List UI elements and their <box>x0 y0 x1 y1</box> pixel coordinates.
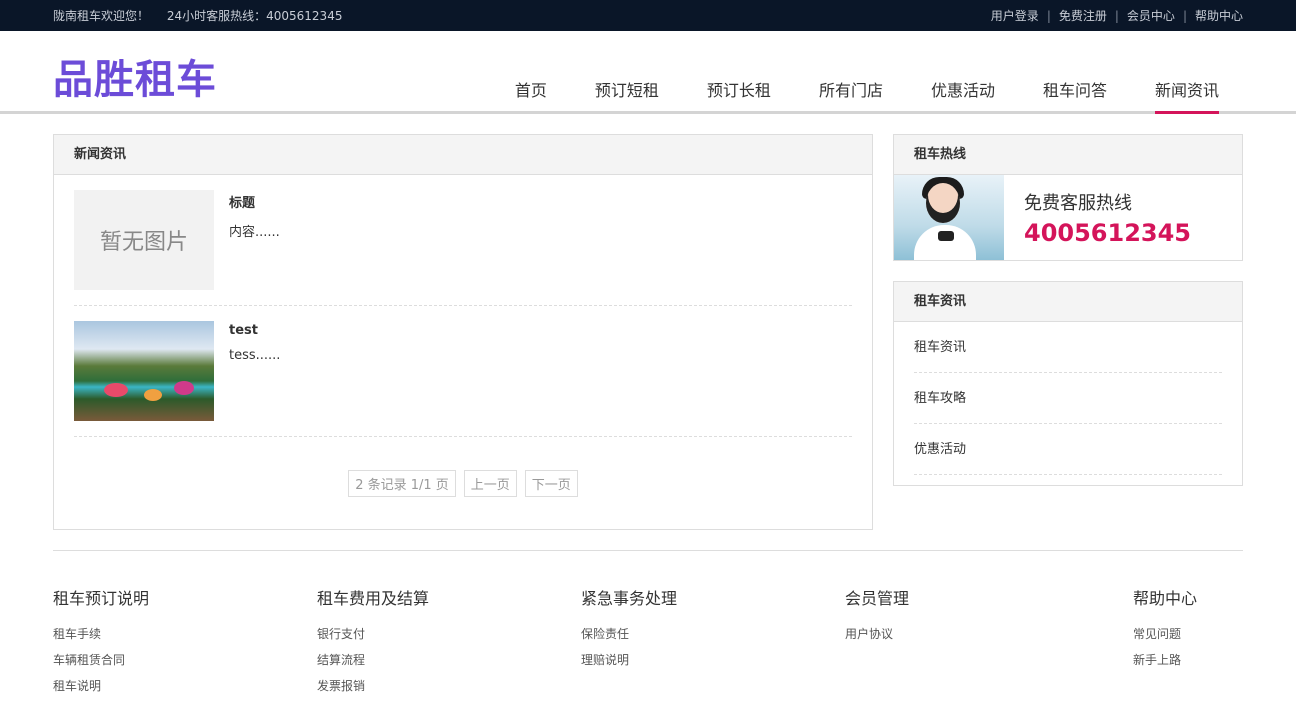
main-nav: 首页 预订短租 预订长租 所有门店 优惠活动 租车问答 新闻资讯 <box>467 77 1219 114</box>
footer-link[interactable]: 结算流程 <box>317 647 429 673</box>
footer-column-title: 会员管理 <box>845 589 910 608</box>
prev-page-button[interactable]: 上一页 <box>463 470 517 497</box>
info-item-promotions[interactable]: 优惠活动 <box>914 424 1222 475</box>
no-image-placeholder[interactable]: 暂无图片 <box>74 190 214 290</box>
help-center-link[interactable]: 帮助中心 <box>1195 9 1243 23</box>
info-item-news[interactable]: 租车资讯 <box>914 322 1222 373</box>
nav-long-rent[interactable]: 预订长租 <box>707 77 771 114</box>
footer-column-emergency: 紧急事务处理 保险责任 理赔说明 <box>581 585 677 673</box>
top-links: 用户登录 | 免费注册 | 会员中心 | 帮助中心 <box>991 7 1243 24</box>
hotline-text: 24小时客服热线：4005612345 <box>166 9 343 23</box>
customer-service-agent-image <box>894 175 1004 260</box>
list-item[interactable]: test tess...... <box>74 306 852 437</box>
footer-column-help: 帮助中心 常见问题 新手上路 <box>1133 585 1197 673</box>
welcome-text: 陇南租车欢迎您！ <box>53 9 150 23</box>
footer-link[interactable]: 车辆租赁合同 <box>53 647 149 673</box>
news-item-content: 内容...... <box>229 225 280 240</box>
footer-link[interactable]: 租车手续 <box>53 621 149 647</box>
sidebar: 租车热线 免费客服热线 4005612345 租车资讯 租车资讯 租车攻略 优惠… <box>893 134 1243 530</box>
footer-link[interactable]: 租车说明 <box>53 673 149 699</box>
next-page-button[interactable]: 下一页 <box>524 470 578 497</box>
footer-column-title: 帮助中心 <box>1133 589 1198 608</box>
footer-link[interactable]: 保险责任 <box>581 621 677 647</box>
footer-column-member: 会员管理 用户协议 <box>845 585 909 647</box>
footer-link[interactable]: 发票报销 <box>317 673 429 699</box>
hotline-label: 免费客服热线 <box>1024 193 1132 214</box>
news-list: 暂无图片 标题 内容...... test tess...... <box>54 175 872 437</box>
news-panel: 新闻资讯 暂无图片 标题 内容...... test tess...... 2 … <box>53 134 873 530</box>
rental-info-panel: 租车资讯 租车资讯 租车攻略 优惠活动 <box>893 281 1243 486</box>
footer-column-fees: 租车费用及结算 银行支付 结算流程 发票报销 <box>317 585 429 699</box>
footer-column-booking: 租车预订说明 租车手续 车辆租赁合同 租车说明 <box>53 585 149 699</box>
header: 品胜租车 首页 预订短租 预订长租 所有门店 优惠活动 租车问答 新闻资讯 <box>0 31 1296 114</box>
news-panel-title: 新闻资讯 <box>54 135 872 175</box>
nav-qa[interactable]: 租车问答 <box>1043 77 1107 114</box>
nav-stores[interactable]: 所有门店 <box>819 77 883 114</box>
nav-promotions[interactable]: 优惠活动 <box>931 77 995 114</box>
separator: | <box>1114 9 1119 23</box>
news-item-title[interactable]: 标题 <box>229 192 280 211</box>
news-item-title[interactable]: test <box>229 323 280 338</box>
footer-column-title: 紧急事务处理 <box>581 589 678 608</box>
separator: | <box>1182 9 1187 23</box>
member-center-link[interactable]: 会员中心 <box>1127 9 1175 23</box>
footer-column-title: 租车预订说明 <box>53 589 150 608</box>
login-link[interactable]: 用户登录 <box>991 9 1039 23</box>
footer-link[interactable]: 银行支付 <box>317 621 429 647</box>
register-link[interactable]: 免费注册 <box>1059 9 1107 23</box>
footer-column-title: 租车费用及结算 <box>317 589 430 608</box>
news-item-content: tess...... <box>229 348 281 363</box>
info-item-guide[interactable]: 租车攻略 <box>914 373 1222 424</box>
pager-summary: 2 条记录 1/1 页 <box>348 470 456 497</box>
hotline-number: 4005612345 <box>1024 219 1191 247</box>
rental-info-panel-title: 租车资讯 <box>894 282 1242 322</box>
footer-link[interactable]: 新手上路 <box>1133 647 1197 673</box>
separator: | <box>1046 9 1051 23</box>
nav-home[interactable]: 首页 <box>515 77 547 114</box>
news-thumbnail-image[interactable] <box>74 321 214 421</box>
hotline-panel: 租车热线 免费客服热线 4005612345 <box>893 134 1243 261</box>
hotline-panel-title: 租车热线 <box>894 135 1242 175</box>
main-content: 新闻资讯 暂无图片 标题 内容...... test tess...... 2 … <box>53 134 1243 530</box>
footer-link[interactable]: 理赔说明 <box>581 647 677 673</box>
top-bar: 陇南租车欢迎您！ 24小时客服热线：4005612345 用户登录 | 免费注册 | 会… <box>0 0 1296 31</box>
nav-short-rent[interactable]: 预订短租 <box>595 77 659 114</box>
list-item[interactable]: 暂无图片 标题 内容...... <box>74 175 852 306</box>
footer-link[interactable]: 常见问题 <box>1133 621 1197 647</box>
footer-link[interactable]: 用户协议 <box>845 621 909 647</box>
logo[interactable]: 品胜租车 <box>53 47 217 105</box>
nav-news[interactable]: 新闻资讯 <box>1154 77 1219 114</box>
footer: 租车预订说明 租车手续 车辆租赁合同 租车说明 租车费用及结算 银行支付 结算流… <box>53 551 1243 711</box>
pagination: 2 条记录 1/1 页 上一页 下一页 <box>54 470 872 497</box>
